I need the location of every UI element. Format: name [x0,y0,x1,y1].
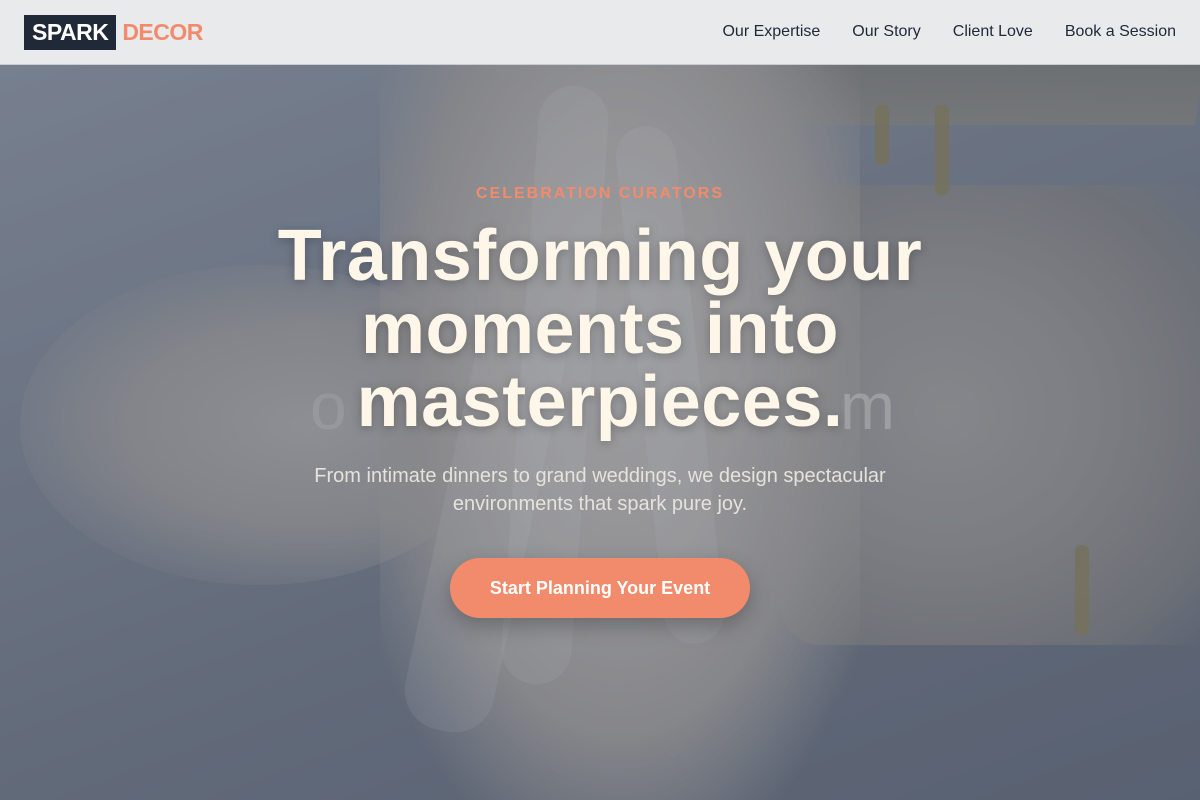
start-planning-button[interactable]: Start Planning Your Event [450,558,750,618]
hero-headline: Transforming your moments into masterpie… [277,216,923,442]
nav-link-client-love[interactable]: Client Love [953,22,1033,42]
nav-link-our-expertise[interactable]: Our Expertise [722,22,820,42]
hero-eyebrow: CELEBRATION CURATORS [476,185,724,202]
logo-primary-text: SPARK [24,14,117,50]
nav-link-book-a-session[interactable]: Book a Session [1065,22,1176,42]
logo-accent-text: DECOR [122,18,203,45]
hero-subtext: From intimate dinners to grand weddings,… [314,465,886,515]
hero-section: o m CELEBRATION CURATORS Transforming yo… [0,65,1200,800]
hero-content: o m CELEBRATION CURATORS Transforming yo… [0,65,1200,800]
site-header: SPARK DECOR Our Expertise Our Story Clie… [0,0,1200,65]
main-nav: Our Expertise Our Story Client Love Book… [722,22,1176,42]
brand-logo[interactable]: SPARK DECOR [24,14,203,50]
nav-link-our-story[interactable]: Our Story [852,22,920,42]
